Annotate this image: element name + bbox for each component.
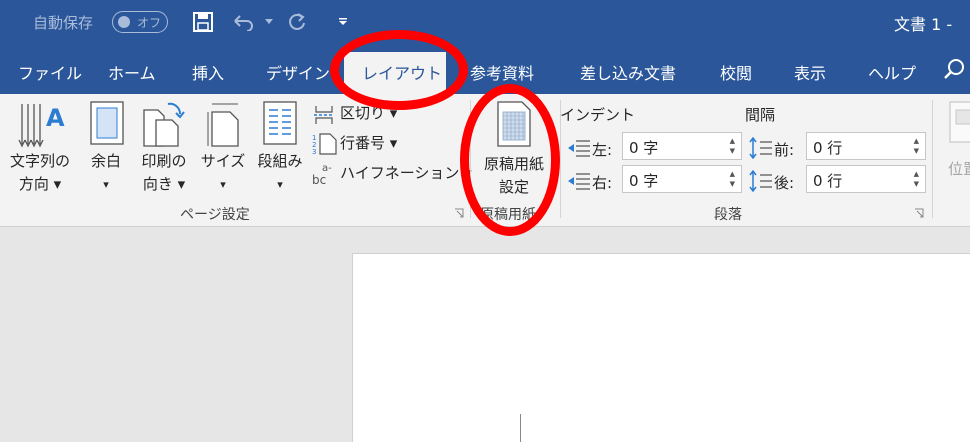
spacing-after-value: 0 行 (813, 172, 843, 190)
indent-left-label: 左: (592, 141, 613, 159)
size-icon (206, 100, 242, 152)
hyphenation-icon: a-bc (312, 162, 338, 190)
autosave-label: 自動保存 (33, 14, 94, 32)
margins-button[interactable]: 余白 ▾ (82, 98, 130, 200)
spacing-after-icon (748, 169, 772, 196)
document-page[interactable] (352, 253, 970, 442)
hyphenation-label: ハイフネーション ▾ (340, 164, 472, 182)
indent-left-icon (568, 138, 590, 162)
tab-references[interactable]: 参考資料 (470, 60, 534, 84)
orientation-label-1: 印刷の (141, 152, 187, 170)
tab-file[interactable]: ファイル (18, 60, 82, 84)
tab-view[interactable]: 表示 (794, 60, 826, 84)
line-numbers-icon: 123 (312, 132, 338, 160)
margins-icon (89, 100, 125, 150)
spacing-title: 間隔 (745, 106, 776, 124)
orientation-button[interactable]: 印刷の 向き ▾ (134, 98, 194, 200)
autosave-toggle[interactable]: オフ (112, 11, 168, 33)
autosave-state: オフ (137, 16, 162, 30)
title-bar: 自動保存 オフ 文書 1 - (0, 0, 970, 46)
spacing-before-value: 0 行 (813, 139, 843, 157)
size-dropdown-icon: ▾ (220, 178, 226, 191)
customize-qat-icon[interactable] (330, 8, 356, 36)
size-label: サイズ (200, 152, 246, 170)
spacing-before-input[interactable]: 0 行 ▲ ▼ (806, 132, 926, 160)
breaks-icon (312, 104, 336, 128)
hyphenation-button[interactable]: a-bc ハイフネーション ▾ (312, 162, 472, 187)
indent-title: インデント (560, 106, 636, 124)
paragraph-group-label: 段落 (714, 207, 742, 223)
document-canvas (0, 227, 970, 442)
undo-icon[interactable] (230, 8, 256, 36)
indent-right-input[interactable]: 0 字 ▲ ▼ (622, 165, 742, 193)
text-direction-label-1: 文字列の (9, 152, 70, 170)
highlight-circle-genko-button (460, 84, 560, 236)
tab-insert[interactable]: 挿入 (192, 60, 224, 84)
indent-left-value: 0 字 (629, 139, 659, 157)
page-setup-launcher-icon[interactable] (454, 208, 464, 221)
tab-review[interactable]: 校閲 (720, 60, 752, 84)
spacing-before-label: 前: (774, 141, 795, 159)
indent-right-label: 右: (592, 174, 613, 192)
spin-arrows-icon[interactable]: ▲ ▼ (730, 169, 735, 189)
tab-home[interactable]: ホーム (108, 60, 156, 84)
spin-arrows-icon[interactable]: ▲ ▼ (914, 136, 919, 156)
orientation-icon (142, 100, 188, 152)
spin-arrows-icon[interactable]: ▲ ▼ (730, 136, 735, 156)
tab-help[interactable]: ヘルプ (868, 60, 916, 84)
spacing-before-icon (748, 136, 772, 163)
line-numbers-label: 行番号 ▾ (340, 134, 398, 152)
columns-button[interactable]: 段組み ▾ (252, 98, 308, 200)
columns-label: 段組み (257, 152, 303, 170)
svg-text:3: 3 (312, 148, 316, 156)
spacing-after-label: 後: (774, 174, 795, 192)
tab-design[interactable]: デザイン (266, 60, 330, 84)
position-button[interactable]: 位置 (940, 98, 970, 200)
svg-text:A: A (46, 104, 65, 132)
spin-arrows-icon[interactable]: ▲ ▼ (914, 169, 919, 189)
indent-left-input[interactable]: 0 字 ▲ ▼ (622, 132, 742, 160)
redo-icon[interactable] (284, 8, 310, 36)
margins-dropdown-icon: ▾ (103, 178, 109, 191)
line-numbers-button[interactable]: 123 行番号 ▾ (312, 132, 462, 156)
text-direction-icon: A (16, 100, 66, 156)
position-label: 位置 (948, 160, 970, 178)
toggle-knob (118, 16, 130, 28)
page-setup-group-label: ページ設定 (180, 207, 250, 223)
position-icon (948, 100, 970, 148)
text-cursor (520, 414, 521, 442)
paragraph-launcher-icon[interactable] (914, 208, 924, 221)
indent-right-value: 0 字 (629, 172, 659, 190)
search-icon[interactable] (944, 58, 966, 84)
spacing-after-input[interactable]: 0 行 ▲ ▼ (806, 165, 926, 193)
svg-text:bc: bc (312, 173, 326, 186)
margins-label: 余白 (90, 152, 121, 170)
highlight-circle-layout-tab (330, 30, 468, 110)
columns-dropdown-icon: ▾ (277, 178, 283, 191)
ribbon-tabs: ファイル ホーム 挿入 デザイン レイアウト 参考資料 差し込み文書 校閲 表示… (0, 46, 970, 94)
save-icon[interactable] (190, 8, 216, 36)
size-button[interactable]: サイズ ▾ (198, 98, 248, 200)
orientation-label-2: 向き ▾ (142, 175, 186, 193)
tab-mailings[interactable]: 差し込み文書 (580, 60, 676, 84)
indent-right-icon (568, 171, 590, 195)
document-title: 文書 1 - (894, 15, 953, 34)
text-direction-label-2: 方向 ▾ (18, 175, 62, 193)
columns-icon (262, 100, 298, 150)
group-separator (932, 100, 933, 218)
text-direction-button[interactable]: A 文字列の 方向 ▾ (4, 98, 76, 200)
undo-dropdown-icon[interactable] (256, 8, 282, 36)
